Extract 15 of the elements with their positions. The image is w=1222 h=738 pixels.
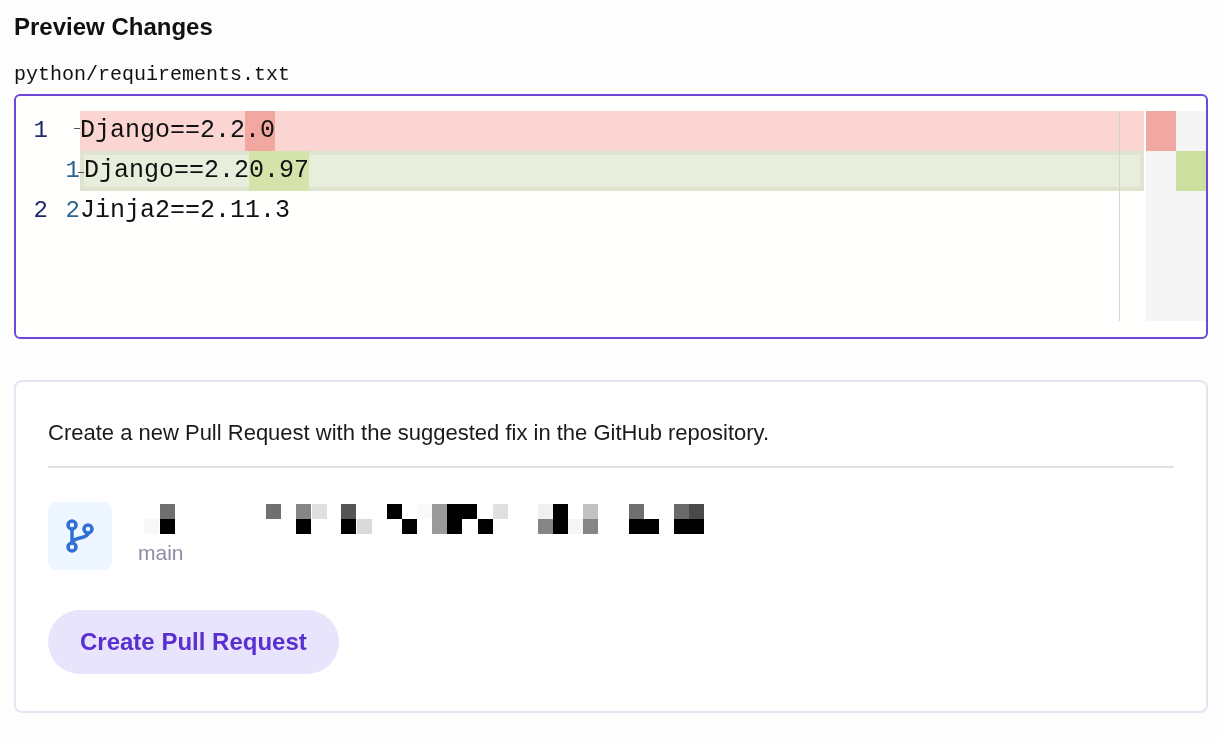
code-text: Django==2.20.97 [84, 151, 310, 191]
page-title: Preview Changes [14, 12, 214, 42]
code-text: Jinja2==2.11.3 [80, 195, 291, 227]
branch-name: main [138, 540, 185, 566]
line-number: 1 [32, 116, 48, 146]
branch-icon [65, 519, 95, 553]
change-marker-icon [78, 172, 84, 173]
file-path: python/requirements.txt [14, 62, 291, 88]
create-pull-request-button[interactable]: Create Pull Request [48, 610, 339, 674]
line-number: 2 [64, 196, 80, 226]
line-number: 1 [64, 156, 80, 186]
line-number: 2 [32, 196, 48, 226]
card-description: Create a new Pull Request with the suggested fix in the GitHub repository. [48, 419, 771, 447]
code-text: Django==2.2.0 [80, 111, 276, 151]
change-marker-icon [74, 128, 80, 129]
